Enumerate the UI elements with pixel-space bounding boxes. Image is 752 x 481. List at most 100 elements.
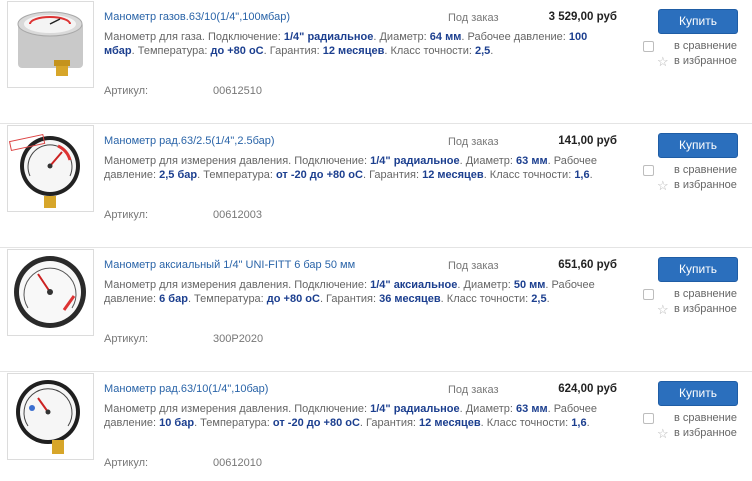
product-card: Манометр рад.63/10(1/4",10бар) Под заказ… xyxy=(0,372,752,481)
buy-button[interactable]: Купить xyxy=(658,257,738,282)
compare-label[interactable]: в сравнение xyxy=(674,40,737,52)
article-value: 00612510 xyxy=(213,85,262,97)
spec-text: . Диаметр: xyxy=(373,31,430,43)
spec-value: 10 бар xyxy=(159,417,195,429)
compare-checkbox[interactable] xyxy=(643,165,654,176)
product-description: Манометр для измерения давления. Подключ… xyxy=(104,154,614,182)
product-price: 3 529,00 руб xyxy=(548,11,617,23)
availability-status: Под заказ xyxy=(448,136,499,148)
spec-text: . Класс точности: xyxy=(384,45,475,57)
spec-text: . Диаметр: xyxy=(457,279,514,291)
spec-text: . Температура: xyxy=(197,169,276,181)
product-price: 651,60 руб xyxy=(558,259,617,271)
availability-status: Под заказ xyxy=(448,12,499,24)
compare-label[interactable]: в сравнение xyxy=(674,164,737,176)
spec-text: Манометр для газа. Подключение: xyxy=(104,31,284,43)
spec-text: Манометр для измерения давления. Подключ… xyxy=(104,403,371,415)
buy-button[interactable]: Купить xyxy=(658,9,738,34)
product-card: Манометр аксиальный 1/4" UNI-FITT 6 бар … xyxy=(0,248,752,372)
spec-value: до +80 оС xyxy=(266,293,320,305)
product-card: Манометр газов.63/10(1/4",100мбар) Под з… xyxy=(0,0,752,124)
article-label: Артикул: xyxy=(104,333,149,345)
star-icon[interactable]: ☆ xyxy=(657,302,669,318)
spec-text: . Класс точности: xyxy=(440,293,532,305)
product-title[interactable]: Манометр аксиальный 1/4" UNI-FITT 6 бар … xyxy=(104,259,434,271)
spec-text: . Гарантия: xyxy=(362,169,423,181)
availability-status: Под заказ xyxy=(448,384,499,396)
article-value: 00612003 xyxy=(213,209,262,221)
product-description: Манометр для измерения давления. Подключ… xyxy=(104,402,614,430)
spec-text: . Температура: xyxy=(131,45,211,57)
availability-status: Под заказ xyxy=(448,260,499,272)
product-image[interactable] xyxy=(7,249,94,336)
spec-value: 1,6 xyxy=(574,169,590,181)
spec-value: 2,5 xyxy=(474,45,491,57)
spec-text: . Температура: xyxy=(194,417,273,429)
spec-text: . xyxy=(589,169,593,181)
product-description: Манометр для измерения давления. Подключ… xyxy=(104,278,614,306)
spec-value: 64 мм xyxy=(429,31,462,43)
gas-gauge-image xyxy=(8,2,93,87)
pressure-gauge-image xyxy=(8,126,93,211)
axial-gauge-image xyxy=(8,250,93,335)
product-title[interactable]: Манометр газов.63/10(1/4",100мбар) xyxy=(104,11,434,23)
spec-value: 12 месяцев xyxy=(422,169,484,181)
spec-text: . xyxy=(546,293,550,305)
product-image[interactable] xyxy=(7,125,94,212)
spec-text: . Гарантия: xyxy=(263,45,323,57)
spec-value: 50 мм xyxy=(513,279,546,291)
spec-value: до +80 оС xyxy=(210,45,264,57)
spec-value: 36 месяцев xyxy=(379,293,441,305)
spec-value: от -20 до +80 оС xyxy=(275,169,363,181)
spec-value: 1/4" аксиальное xyxy=(370,279,458,291)
compare-checkbox[interactable] xyxy=(643,413,654,424)
spec-text: . Диаметр: xyxy=(459,155,517,167)
spec-text: . xyxy=(490,45,494,57)
compare-label[interactable]: в сравнение xyxy=(674,412,737,424)
favorite-link[interactable]: в избранное xyxy=(674,303,737,315)
spec-text: . Гарантия: xyxy=(359,417,420,429)
product-card: Манометр рад.63/2.5(1/4",2.5бар) Под зак… xyxy=(0,124,752,248)
spec-text: . Гарантия: xyxy=(319,293,380,305)
favorite-link[interactable]: в избранное xyxy=(674,55,737,67)
spec-value: 12 месяцев xyxy=(322,45,385,57)
product-description: Манометр для газа. Подключение: 1/4" рад… xyxy=(104,30,614,58)
star-icon[interactable]: ☆ xyxy=(657,426,669,442)
buy-button[interactable]: Купить xyxy=(658,133,738,158)
spec-value: 63 мм xyxy=(516,155,548,167)
spec-value: 2,5 xyxy=(531,293,547,305)
spec-value: от -20 до +80 оС xyxy=(272,417,360,429)
spec-text: . Рабочее давление: xyxy=(461,31,569,43)
star-icon[interactable]: ☆ xyxy=(657,178,669,194)
article-value: 00612010 xyxy=(213,457,262,469)
spec-value: 1,6 xyxy=(571,417,587,429)
buy-button[interactable]: Купить xyxy=(658,381,738,406)
compare-checkbox[interactable] xyxy=(643,289,654,300)
product-price: 141,00 руб xyxy=(558,135,617,147)
spec-value: 63 мм xyxy=(516,403,548,415)
radial-gauge-image xyxy=(8,374,93,459)
article-value: 300P2020 xyxy=(213,333,264,345)
spec-text: . Класс точности: xyxy=(480,417,572,429)
article-label: Артикул: xyxy=(104,85,149,97)
spec-text: . Класс точности: xyxy=(483,169,575,181)
article-label: Артикул: xyxy=(104,209,149,221)
spec-text: . Температура: xyxy=(187,293,267,305)
spec-value: 6 бар xyxy=(159,293,188,305)
spec-value: 12 месяцев xyxy=(419,417,481,429)
favorite-link[interactable]: в избранное xyxy=(674,427,737,439)
product-image[interactable] xyxy=(7,1,94,88)
spec-text: . xyxy=(586,417,590,429)
spec-value: 1/4" радиальное xyxy=(283,31,374,43)
product-image[interactable] xyxy=(7,373,94,460)
compare-checkbox[interactable] xyxy=(643,41,654,52)
product-title[interactable]: Манометр рад.63/2.5(1/4",2.5бар) xyxy=(104,135,434,147)
compare-label[interactable]: в сравнение xyxy=(674,288,737,300)
spec-text: Манометр для измерения давления. Подключ… xyxy=(104,155,371,167)
product-title[interactable]: Манометр рад.63/10(1/4",10бар) xyxy=(104,383,434,395)
spec-text: Манометр для измерения давления. Подключ… xyxy=(104,279,371,291)
favorite-link[interactable]: в избранное xyxy=(674,179,737,191)
product-price: 624,00 руб xyxy=(558,383,617,395)
star-icon[interactable]: ☆ xyxy=(657,54,669,70)
spec-value: 2,5 бар xyxy=(159,169,198,181)
